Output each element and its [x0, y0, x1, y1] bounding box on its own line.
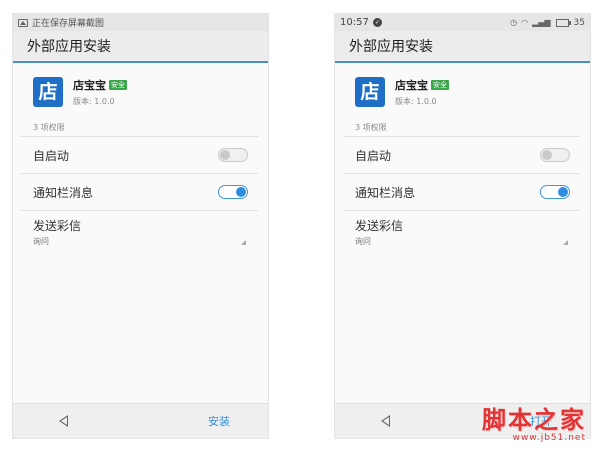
page-title: 外部应用安装 — [335, 31, 590, 63]
signal-icon: ▂▄▆ — [532, 18, 551, 27]
setting-label: 通知栏消息 — [355, 185, 416, 200]
status-bar: 10:57 ✓ ◷ ◠ ▂▄▆ 35 — [335, 14, 590, 31]
screenshot-icon — [18, 18, 28, 27]
app-name: 店宝宝 — [395, 79, 428, 92]
left-phone-screen: 正在保存屏幕截图 外部应用安装 店 店宝宝 安全 版本: 1.0.0 3 项权限… — [13, 14, 268, 438]
app-icon: 店 — [355, 77, 385, 107]
dropdown-icon — [241, 240, 246, 245]
app-header: 店 店宝宝 安全 版本: 1.0.0 — [13, 63, 268, 110]
notification-toggle[interactable] — [540, 185, 570, 199]
setting-notification[interactable]: 通知栏消息 — [13, 174, 268, 210]
mms-select[interactable]: 发送彩信 询问 — [13, 211, 268, 257]
status-text: 正在保存屏幕截图 — [32, 19, 105, 29]
setting-notification[interactable]: 通知栏消息 — [335, 174, 590, 210]
back-icon[interactable] — [381, 415, 390, 427]
app-icon: 店 — [33, 77, 63, 107]
back-icon[interactable] — [59, 415, 68, 427]
permission-count: 3 项权限 — [33, 123, 65, 132]
wifi-icon: ◠ — [521, 18, 529, 27]
permission-count: 3 项权限 — [355, 123, 387, 132]
mms-select[interactable]: 发送彩信 询问 — [335, 211, 590, 257]
safe-badge: 安全 — [109, 80, 127, 90]
dropdown-icon — [563, 240, 568, 245]
check-icon: ✓ — [372, 18, 382, 27]
setting-autostart[interactable]: 自启动 — [335, 137, 590, 173]
status-time: 10:57 — [340, 17, 369, 28]
setting-autostart[interactable]: 自启动 — [13, 137, 268, 173]
app-header: 店 店宝宝 安全 版本: 1.0.0 — [335, 63, 590, 110]
open-button[interactable]: 打开 — [530, 413, 552, 429]
autostart-toggle[interactable] — [540, 148, 570, 162]
setting-label: 自启动 — [33, 148, 70, 163]
notification-toggle[interactable] — [218, 185, 248, 199]
select-label: 发送彩信 — [355, 219, 404, 233]
app-version: 版本: 1.0.0 — [73, 97, 115, 106]
page-title: 外部应用安装 — [13, 31, 268, 63]
safe-badge: 安全 — [431, 80, 449, 90]
select-label: 发送彩信 — [33, 219, 82, 233]
battery-icon — [555, 18, 571, 27]
setting-label: 自启动 — [355, 148, 392, 163]
select-value: 询问 — [33, 237, 49, 246]
right-phone-screen: 10:57 ✓ ◷ ◠ ▂▄▆ 35 外部应用安装 店 店宝宝 安全 版本: 1… — [335, 14, 590, 438]
app-name: 店宝宝 — [73, 79, 106, 92]
setting-label: 通知栏消息 — [33, 185, 94, 200]
alarm-icon: ◷ — [510, 18, 518, 27]
app-version: 版本: 1.0.0 — [395, 97, 437, 106]
bottom-nav-bar: 安装 — [13, 403, 268, 438]
status-bar: 正在保存屏幕截图 — [13, 14, 268, 31]
autostart-toggle[interactable] — [218, 148, 248, 162]
select-value: 询问 — [355, 237, 371, 246]
bottom-nav-bar: 打开 — [335, 403, 590, 438]
battery-percent: 35 — [573, 17, 585, 28]
install-button[interactable]: 安装 — [208, 413, 230, 429]
